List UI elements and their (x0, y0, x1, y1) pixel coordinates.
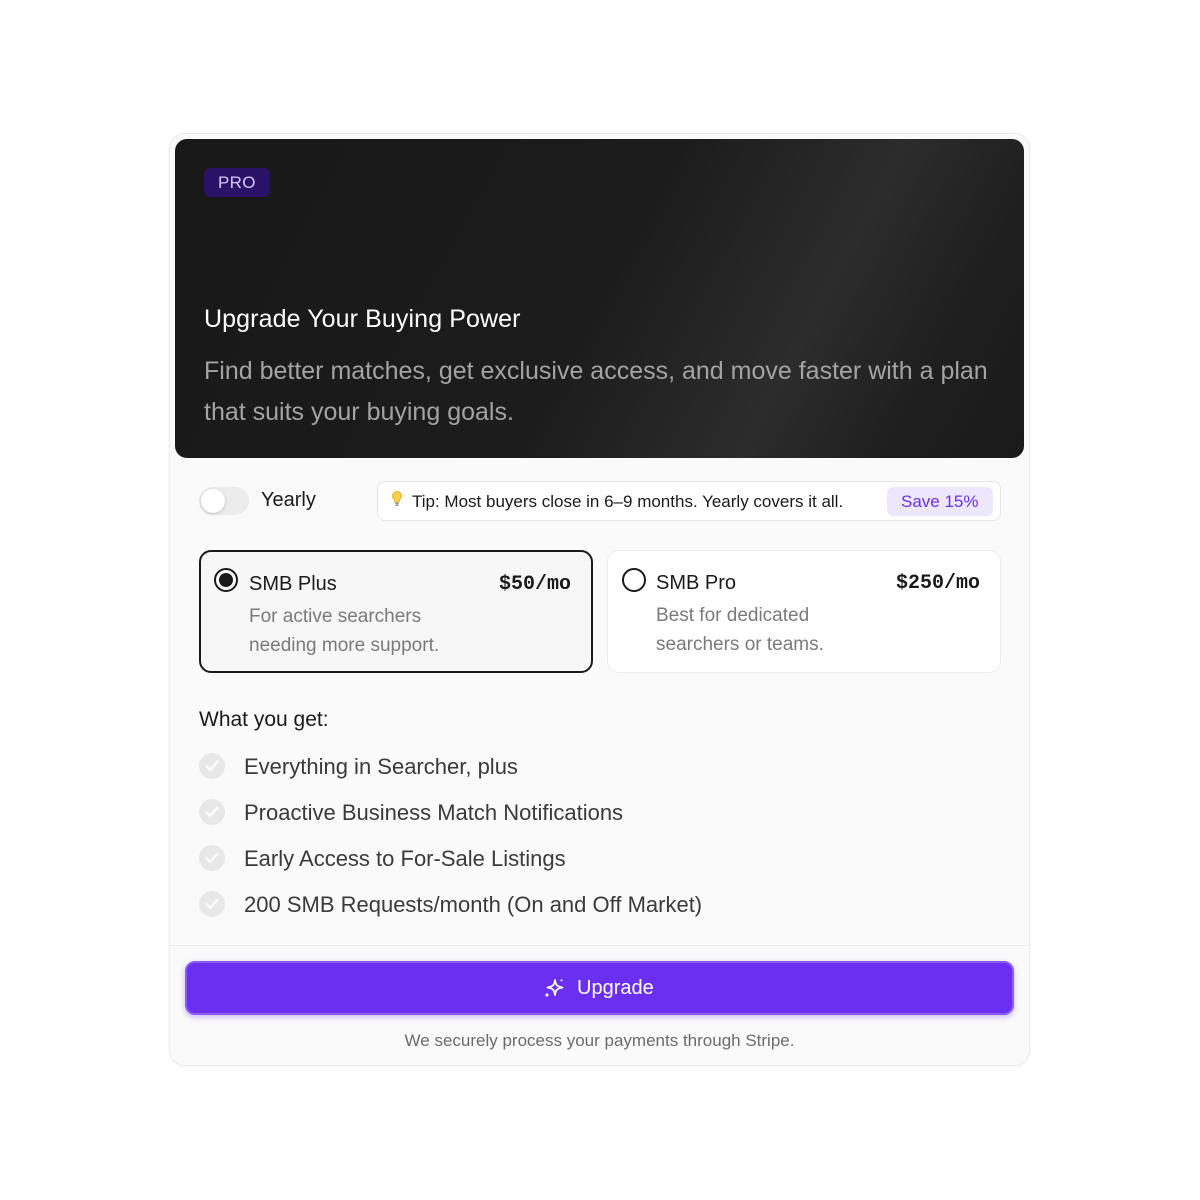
yearly-toggle[interactable] (199, 487, 249, 515)
stripe-note: We securely process your payments throug… (404, 1031, 795, 1050)
feature-text: Proactive Business Match Notifications (244, 800, 624, 825)
plan-option-smb-pro[interactable]: SMB Pro $250/mo Best for dedicated searc… (607, 550, 1001, 673)
feature-text: Early Access to For-Sale Listings (244, 846, 566, 871)
radio-unselected-icon[interactable] (622, 568, 646, 592)
save-badge: Save 15% (887, 487, 993, 516)
radio-selected-icon[interactable] (214, 568, 238, 592)
plan-name: SMB Plus (249, 573, 337, 595)
divider (170, 945, 1029, 946)
feature-text: 200 SMB Requests/month (On and Off Marke… (244, 892, 703, 917)
upgrade-button-label: Upgrade (577, 977, 654, 999)
toggle-knob (201, 489, 225, 513)
check-circle-icon (199, 891, 225, 917)
plan-price: $250/mo (895, 572, 980, 595)
plan-option-smb-plus[interactable]: SMB Plus $50/mo For active searchers nee… (199, 550, 593, 673)
upgrade-card: PRO Upgrade Your Buying Power Find bette… (169, 133, 1030, 1066)
pro-badge: PRO (204, 168, 270, 197)
check-circle-icon (199, 799, 225, 825)
check-circle-icon (199, 753, 225, 779)
sparkles-icon (542, 977, 566, 1006)
check-circle-icon (199, 845, 225, 871)
hero-title: Upgrade Your Buying Power (204, 305, 521, 333)
plan-price: $50/mo (498, 573, 571, 596)
plan-description: For active searchers needing more suppor… (249, 606, 440, 656)
tip-banner: Tip: Most buyers close in 6–9 months. Ye… (377, 481, 1001, 521)
hero-subtitle: Find better matches, get exclusive acces… (204, 357, 988, 426)
yearly-toggle-label: Yearly (261, 489, 316, 511)
upgrade-button[interactable]: Upgrade (185, 961, 1014, 1015)
hero-banner: PRO Upgrade Your Buying Power Find bette… (175, 139, 1024, 458)
features-title: What you get: (199, 708, 329, 731)
tip-text: Tip: Most buyers close in 6–9 months. Ye… (412, 492, 844, 511)
feature-text: Everything in Searcher, plus (244, 754, 518, 779)
plan-description: Best for dedicated searchers or teams. (656, 605, 824, 655)
plan-name: SMB Pro (656, 572, 737, 594)
lightbulb-icon (392, 491, 402, 512)
